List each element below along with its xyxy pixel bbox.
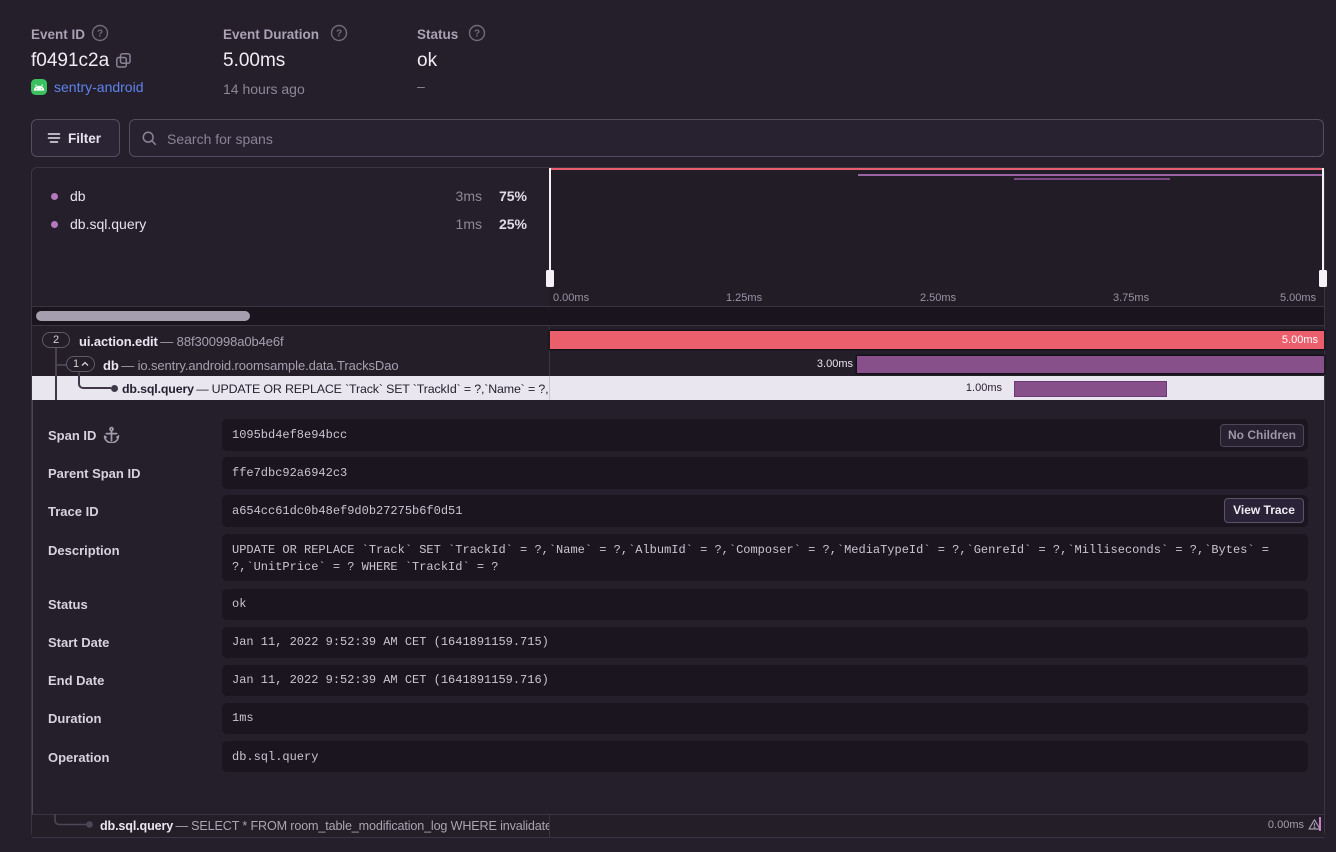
svg-text:?: ? — [336, 29, 342, 40]
svg-text:?: ? — [474, 29, 480, 40]
svg-text:?: ? — [97, 29, 103, 40]
